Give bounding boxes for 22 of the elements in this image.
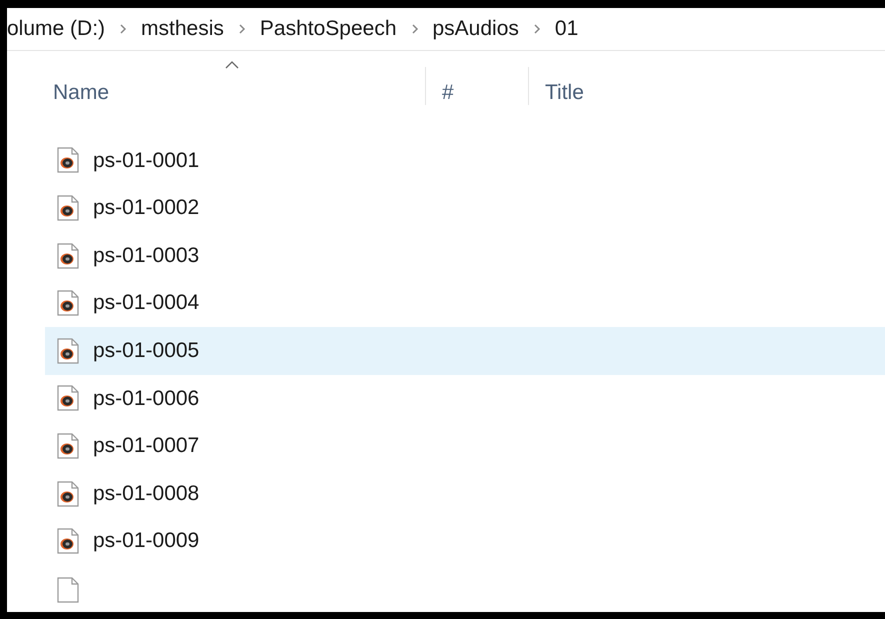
- chevron-right-icon: [532, 22, 541, 35]
- file-name: ps-01-0002: [93, 195, 200, 222]
- column-header[interactable]: Title: [545, 76, 584, 108]
- file-name: ps-01-0007: [93, 433, 200, 460]
- breadcrumb-item[interactable]: olume (D:): [7, 13, 106, 45]
- file-name: ps-01-0005: [93, 338, 200, 364]
- chevron-right-icon: [119, 22, 128, 35]
- breadcrumb-item[interactable]: PashtoSpeech: [260, 13, 396, 45]
- breadcrumb-item[interactable]: msthesis: [141, 13, 224, 45]
- file-name: ps-01-0004: [93, 290, 200, 316]
- file-name: ps-01-0001: [93, 148, 200, 174]
- breadcrumb-item[interactable]: psAudios: [432, 13, 519, 45]
- file-name: ps-01-0003: [93, 242, 200, 269]
- column-header[interactable]: Name: [53, 76, 110, 108]
- file-name: ps-01-0009: [93, 528, 200, 554]
- file-name: ps-01-0008: [93, 480, 200, 507]
- chevron-right-icon: [238, 22, 246, 35]
- chevron-right-icon: [410, 22, 418, 35]
- file-row[interactable]: ps-01-0005: [45, 327, 885, 375]
- file-name: ps-01-0006: [93, 386, 200, 412]
- column-header[interactable]: #: [442, 76, 454, 108]
- breadcrumb-item[interactable]: 01: [554, 13, 578, 45]
